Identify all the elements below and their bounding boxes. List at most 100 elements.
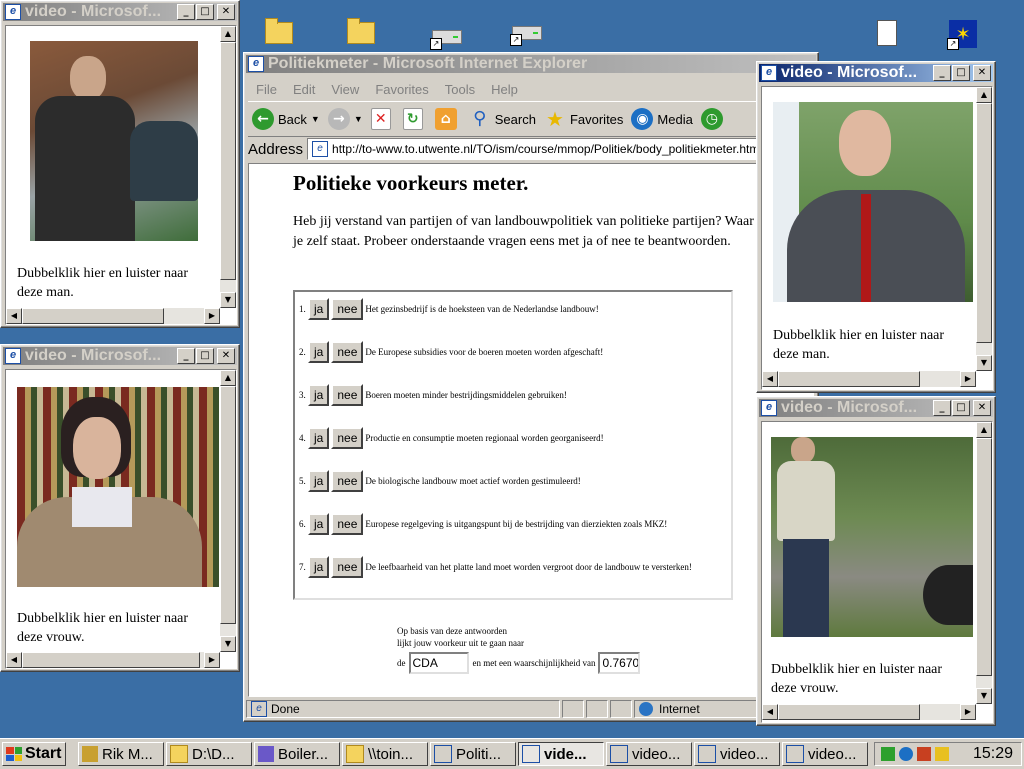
close-button[interactable]: ✕	[217, 4, 235, 20]
no-button[interactable]: nee	[331, 427, 364, 449]
scroll-right-button[interactable]: ▶	[960, 704, 976, 720]
yes-button[interactable]: ja	[308, 298, 330, 320]
video-window-3[interactable]: e video - Microsof... _ □ ✕ Dubbelklik h…	[756, 61, 996, 393]
horizontal-scrollbar[interactable]: ◀ ▶	[6, 652, 220, 668]
scroll-thumb[interactable]	[976, 438, 992, 676]
tray-icon[interactable]	[935, 747, 949, 761]
video-frame-man-2[interactable]	[773, 102, 973, 302]
tray-icon[interactable]	[899, 747, 913, 761]
drive-shortcut-icon[interactable]: ↗	[430, 18, 462, 50]
title-bar[interactable]: e video - Microsof... _ □ ✕	[3, 347, 237, 365]
tray-icon[interactable]	[881, 747, 895, 761]
scroll-down-button[interactable]: ▼	[220, 292, 236, 308]
taskbar-item[interactable]: \\toin...	[342, 742, 428, 766]
media-button[interactable]: ◉ Media	[631, 108, 693, 130]
yes-button[interactable]: ja	[308, 556, 330, 578]
clock[interactable]: 15:29	[973, 745, 1013, 763]
probability-field[interactable]: 0.7670	[598, 652, 641, 674]
scroll-thumb[interactable]	[220, 386, 236, 624]
vertical-scrollbar[interactable]: ▲ ▼	[976, 422, 992, 704]
horizontal-scrollbar[interactable]: ◀ ▶	[762, 704, 976, 720]
start-button[interactable]: Start	[2, 742, 66, 766]
minimize-button[interactable]: _	[933, 65, 951, 81]
video-frame-woman-1[interactable]	[17, 387, 219, 587]
video-frame-woman-2[interactable]	[771, 437, 973, 637]
title-bar[interactable]: e video - Microsof... _ □ ✕	[3, 3, 237, 21]
taskbar-item[interactable]: Politi...	[430, 742, 516, 766]
address-input[interactable]: e http://to-www.to.utwente.nl/TO/ism/cou…	[307, 138, 814, 160]
scroll-left-button[interactable]: ◀	[6, 308, 22, 324]
ie-window[interactable]: e Politiekmeter - Microsoft Internet Exp…	[243, 52, 819, 722]
taskbar-item-active[interactable]: vide...	[518, 742, 604, 766]
no-button[interactable]: nee	[331, 470, 364, 492]
home-button[interactable]: ⌂	[434, 108, 461, 130]
title-bar[interactable]: e video - Microsof... _ □ ✕	[759, 399, 993, 417]
menu-edit[interactable]: Edit	[293, 82, 315, 97]
minimize-button[interactable]: _	[177, 348, 195, 364]
yes-button[interactable]: ja	[308, 513, 330, 535]
close-button[interactable]: ✕	[217, 348, 235, 364]
no-button[interactable]: nee	[331, 298, 364, 320]
scroll-thumb[interactable]	[220, 42, 236, 280]
folder-icon[interactable]	[262, 14, 294, 46]
maximize-button[interactable]: □	[952, 65, 970, 81]
drive-shortcut-icon[interactable]: ↗	[510, 14, 542, 46]
forward-button[interactable]: → ▼	[327, 108, 363, 130]
party-field[interactable]: CDA	[408, 652, 469, 674]
scroll-up-button[interactable]: ▲	[220, 26, 236, 42]
scroll-thumb[interactable]	[778, 704, 920, 720]
yes-button[interactable]: ja	[308, 341, 330, 363]
maximize-button[interactable]: □	[196, 4, 214, 20]
menu-tools[interactable]: Tools	[445, 82, 475, 97]
yes-button[interactable]: ja	[308, 427, 330, 449]
horizontal-scrollbar[interactable]: ◀ ▶	[6, 308, 220, 324]
taskbar-item[interactable]: Rik M...	[78, 742, 164, 766]
scroll-left-button[interactable]: ◀	[6, 652, 22, 668]
scroll-up-button[interactable]: ▲	[220, 370, 236, 386]
vertical-scrollbar[interactable]: ▲ ▼	[976, 87, 992, 371]
menu-favorites[interactable]: Favorites	[375, 82, 428, 97]
horizontal-scrollbar[interactable]: ◀ ▶	[762, 371, 976, 387]
video-window-4[interactable]: e video - Microsof... _ □ ✕ Dubbelklik h…	[756, 396, 996, 726]
video-window-1[interactable]: e video - Microsof... _ □ ✕ Dubbelklik h…	[0, 0, 240, 328]
back-button[interactable]: ← Back ▼	[252, 108, 320, 130]
scroll-up-button[interactable]: ▲	[976, 87, 992, 103]
yes-button[interactable]: ja	[308, 470, 330, 492]
minimize-button[interactable]: _	[177, 4, 195, 20]
no-button[interactable]: nee	[331, 341, 364, 363]
document-icon[interactable]	[870, 18, 902, 50]
dropdown-arrow-icon[interactable]: ▼	[354, 114, 363, 124]
close-button[interactable]: ✕	[973, 65, 991, 81]
no-button[interactable]: nee	[331, 384, 364, 406]
refresh-button[interactable]: ↻	[402, 108, 427, 130]
stop-button[interactable]: ✕	[370, 108, 395, 130]
menu-view[interactable]: View	[331, 82, 359, 97]
title-bar[interactable]: e video - Microsof... _ □ ✕	[759, 64, 993, 82]
scroll-left-button[interactable]: ◀	[762, 371, 778, 387]
taskbar-item[interactable]: video...	[606, 742, 692, 766]
minimize-button[interactable]: _	[933, 400, 951, 416]
taskbar-item[interactable]: Boiler...	[254, 742, 340, 766]
scroll-right-button[interactable]: ▶	[204, 652, 220, 668]
title-bar[interactable]: e Politiekmeter - Microsoft Internet Exp…	[246, 55, 816, 73]
scroll-thumb[interactable]	[22, 652, 200, 668]
video-frame-man-1[interactable]	[30, 41, 198, 241]
dropdown-arrow-icon[interactable]: ▼	[311, 114, 320, 124]
scroll-thumb[interactable]	[976, 103, 992, 343]
favorites-button[interactable]: ★ Favorites	[544, 108, 623, 130]
tray-icon[interactable]	[917, 747, 931, 761]
video-window-2[interactable]: e video - Microsof... _ □ ✕ Dubbelklik h…	[0, 344, 240, 672]
scroll-thumb[interactable]	[778, 371, 920, 387]
scroll-down-button[interactable]: ▼	[976, 355, 992, 371]
taskbar-item[interactable]: video...	[694, 742, 780, 766]
no-button[interactable]: nee	[331, 513, 364, 535]
eu-flag-icon[interactable]: ✶ ↗	[947, 18, 979, 50]
maximize-button[interactable]: □	[196, 348, 214, 364]
scroll-right-button[interactable]: ▶	[960, 371, 976, 387]
scroll-right-button[interactable]: ▶	[204, 308, 220, 324]
scroll-up-button[interactable]: ▲	[976, 422, 992, 438]
search-button[interactable]: ⚲ Search	[469, 108, 536, 130]
yes-button[interactable]: ja	[308, 384, 330, 406]
no-button[interactable]: nee	[331, 556, 364, 578]
menu-file[interactable]: File	[256, 82, 277, 97]
